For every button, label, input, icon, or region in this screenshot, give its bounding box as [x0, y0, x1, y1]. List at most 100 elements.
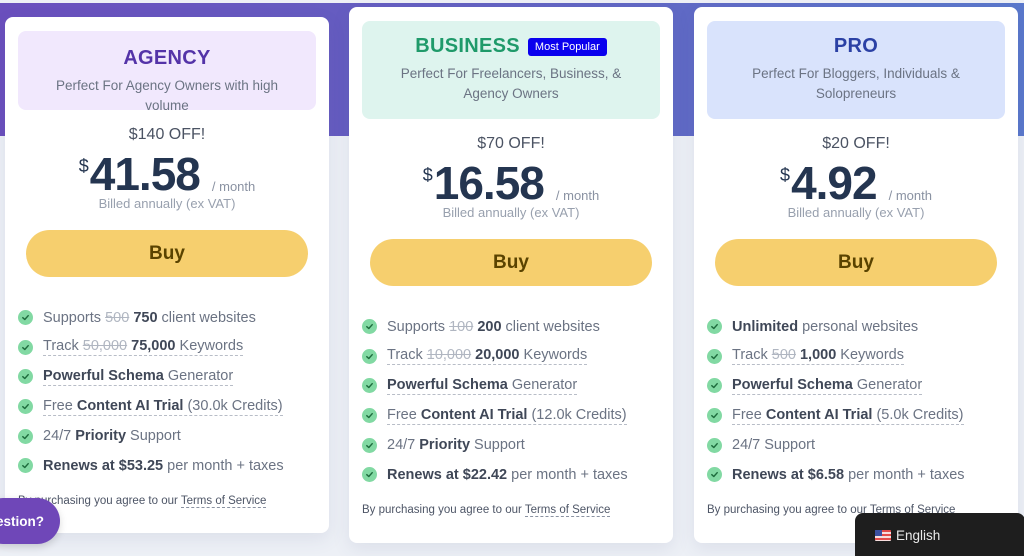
- feature-text[interactable]: Free Content AI Trial (12.0k Credits): [387, 407, 627, 425]
- feature-text-part: Free: [387, 406, 421, 423]
- check-icon: [362, 319, 377, 335]
- feature-text-part: Supports: [387, 318, 450, 335]
- buy-button[interactable]: Buy: [370, 239, 652, 286]
- feature-text: Renews at $6.58 per month + taxes: [732, 467, 965, 483]
- plan-header: BUSINESS Most Popular Perfect For Freela…: [362, 21, 660, 119]
- plan-description: Perfect For Bloggers, Individuals & Solo…: [752, 66, 960, 101]
- feature-text-part: 24/7: [387, 437, 420, 454]
- feature-text[interactable]: Powerful Schema Generator: [732, 376, 923, 395]
- feature-text[interactable]: Track 50,000 75,000 Keywords: [43, 338, 244, 357]
- check-icon: [707, 467, 722, 483]
- highlight-text: 1,000: [799, 347, 837, 364]
- highlight-text: Renews at $22.42: [387, 466, 508, 483]
- price-period: / month: [211, 179, 256, 194]
- feature-item: 24/7 Support: [707, 430, 1018, 460]
- check-icon: [362, 378, 377, 394]
- feature-item: Powerful Schema Generator: [707, 371, 1018, 401]
- plan-title: AGENCY: [123, 47, 211, 69]
- highlight-text: Powerful Schema: [732, 376, 853, 393]
- feature-text[interactable]: Powerful Schema Generator: [387, 377, 578, 395]
- feature-text-part: (5.0k Credits): [872, 406, 964, 423]
- billing-note: Billed annually (ex VAT): [442, 205, 580, 220]
- check-icon: [18, 369, 33, 385]
- terms-of-service-link[interactable]: Terms of Service: [524, 503, 611, 517]
- feature-text[interactable]: Free Content AI Trial (5.0k Credits): [732, 407, 964, 425]
- feature-list: Unlimited personal websites Track 500 1,0…: [694, 312, 1018, 490]
- feature-item: Supports 100 200 client websites: [362, 312, 673, 342]
- price-amount: 4.92: [791, 157, 878, 209]
- highlight-text: Content AI Trial: [76, 397, 184, 414]
- check-icon: [707, 378, 722, 394]
- check-icon: [18, 399, 33, 415]
- billing-note: Billed annually (ex VAT): [98, 196, 236, 211]
- check-icon: [362, 348, 377, 364]
- highlight-text: Renews at $53.25: [43, 457, 164, 474]
- price-amount: 41.58: [89, 148, 201, 200]
- feature-text[interactable]: Track 10,000 20,000 Keywords: [387, 347, 588, 366]
- discount-label: $20 OFF!: [822, 135, 890, 152]
- old-value: 500: [105, 309, 130, 326]
- highlight-text: Content AI Trial: [420, 406, 528, 423]
- plan-card-pro: PRO Perfect For Bloggers, Individuals & …: [694, 7, 1018, 543]
- feature-text-part: (30.0k Credits): [183, 397, 283, 414]
- old-value: 50,000: [82, 338, 128, 355]
- feature-text-part: client websites: [157, 309, 256, 326]
- price-period: / month: [888, 188, 932, 203]
- old-value: 500: [771, 347, 796, 364]
- terms-note: By purchasing you agree to our Terms of …: [349, 503, 673, 517]
- feature-text-part: Track: [43, 338, 83, 355]
- feature-text-part: Free: [732, 406, 766, 423]
- feature-text-part: (12.0k Credits): [527, 406, 627, 423]
- feature-text: Supports 500 750 client websites: [43, 310, 256, 326]
- feature-item: Track 10,000 20,000 Keywords: [362, 342, 673, 372]
- check-icon: [362, 437, 377, 453]
- feature-text[interactable]: Track 500 1,000 Keywords: [732, 347, 904, 366]
- plan-description: Perfect For Agency Owners with high volu…: [55, 78, 279, 113]
- plan-title: BUSINESS: [415, 35, 520, 57]
- feature-text-part: Generator: [852, 376, 923, 393]
- feature-item: Renews at $22.42 per month + taxes: [362, 460, 673, 490]
- discount-label: $70 OFF!: [477, 135, 545, 152]
- feature-text[interactable]: Free Content AI Trial (30.0k Credits): [43, 398, 283, 416]
- check-icon: [362, 408, 377, 424]
- feature-text-part: Keywords: [519, 347, 588, 364]
- check-icon: [18, 458, 33, 474]
- feature-item: Renews at $53.25 per month + taxes: [18, 451, 329, 481]
- currency-symbol: $: [78, 156, 89, 176]
- check-icon: [18, 339, 33, 355]
- check-icon: [18, 428, 33, 444]
- language-switcher[interactable]: English: [855, 513, 1024, 556]
- check-icon: [707, 408, 722, 424]
- buy-button[interactable]: Buy: [26, 230, 308, 277]
- price-amount: 16.58: [433, 157, 545, 209]
- check-icon: [707, 437, 722, 453]
- billing-note: Billed annually (ex VAT): [787, 205, 925, 220]
- feature-text-part: Keywords: [175, 338, 244, 355]
- terms-of-service-link[interactable]: Terms of Service: [180, 494, 267, 508]
- question-chat-button[interactable]: estion?: [0, 498, 60, 544]
- feature-text[interactable]: Powerful Schema Generator: [43, 367, 234, 386]
- feature-text-part: per month + taxes: [163, 457, 284, 474]
- feature-text-part: Keywords: [836, 347, 904, 364]
- feature-text-part: Support: [470, 437, 525, 454]
- highlight-text: Powerful Schema: [43, 367, 164, 384]
- feature-text: 24/7 Support: [732, 437, 815, 453]
- feature-text: 24/7 Priority Support: [387, 437, 525, 453]
- plan-title: PRO: [833, 35, 879, 57]
- buy-button[interactable]: Buy: [715, 239, 997, 286]
- plan-description: Perfect For Freelancers, Business, & Age…: [400, 66, 622, 101]
- feature-item: Track 50,000 75,000 Keywords: [18, 333, 329, 363]
- currency-symbol: $: [422, 165, 433, 185]
- discount-label: $140 OFF!: [128, 126, 206, 143]
- highlight-text: 20,000: [475, 347, 520, 364]
- feature-text: 24/7 Priority Support: [43, 428, 181, 444]
- feature-text: Supports 100 200 client websites: [387, 319, 600, 335]
- currency-symbol: $: [780, 165, 791, 185]
- price: $ 41.58 / month: [5, 148, 329, 200]
- language-label: English: [896, 527, 941, 543]
- plan-header: PRO Perfect For Bloggers, Individuals & …: [707, 21, 1005, 119]
- feature-item: Supports 500 750 client websites: [18, 303, 329, 333]
- highlight-text: Unlimited: [732, 318, 799, 335]
- feature-text-part: per month + taxes: [844, 466, 965, 483]
- terms-prefix: By purchasing you agree to our: [707, 503, 870, 516]
